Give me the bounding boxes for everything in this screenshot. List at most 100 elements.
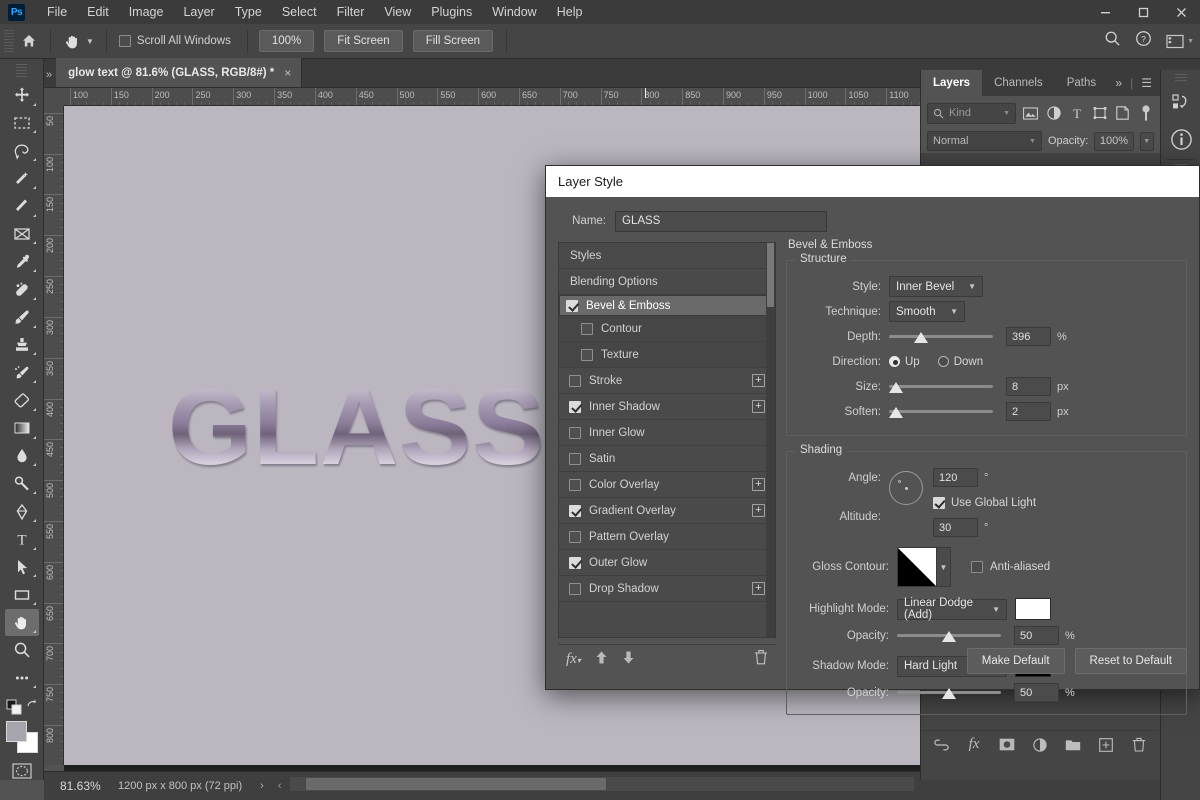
delete-layer-icon[interactable] xyxy=(1129,735,1149,755)
chevron-double-right-icon[interactable]: » xyxy=(1115,76,1122,90)
angle-dial[interactable] xyxy=(889,471,923,505)
menu-type[interactable]: Type xyxy=(225,2,272,22)
use-global-light-checkbox[interactable] xyxy=(933,496,945,509)
menu-image[interactable]: Image xyxy=(119,2,174,22)
new-group-icon[interactable] xyxy=(1063,735,1083,755)
minimize-icon[interactable] xyxy=(1086,0,1124,24)
layer-mask-icon[interactable] xyxy=(997,735,1017,755)
add-effect-icon[interactable]: + xyxy=(752,504,765,517)
highlight-color-swatch[interactable] xyxy=(1015,598,1051,620)
anti-aliased-checkbox[interactable] xyxy=(971,561,983,573)
size-value[interactable]: 8 xyxy=(1006,377,1051,396)
effects-list-scrollbar[interactable] xyxy=(766,243,775,637)
fx-icon[interactable]: fx▾ xyxy=(566,651,581,668)
close-icon[interactable] xyxy=(1162,0,1200,24)
scroll-all-windows-checkbox[interactable]: Scroll All Windows xyxy=(118,35,231,47)
fit-screen-button[interactable]: Fit Screen xyxy=(324,30,403,52)
tool-frame[interactable] xyxy=(5,221,39,248)
maximize-icon[interactable] xyxy=(1124,0,1162,24)
tool-clone-stamp[interactable] xyxy=(5,332,39,359)
add-effect-icon[interactable]: + xyxy=(752,400,765,413)
shape-filter-icon[interactable] xyxy=(1091,105,1108,122)
tool-quick-selection[interactable] xyxy=(5,165,39,192)
quick-mask-icon[interactable] xyxy=(11,762,33,780)
effect-row-satin[interactable]: Satin xyxy=(559,446,775,472)
soften-slider[interactable] xyxy=(889,404,993,420)
tool-spot-healing[interactable] xyxy=(5,276,39,303)
tool-crop[interactable] xyxy=(5,193,39,220)
effect-row-texture[interactable]: Texture xyxy=(559,342,775,368)
move-up-icon[interactable] xyxy=(595,650,608,670)
horizontal-ruler[interactable]: 100 150 200 250 300 350 400 450 500 550 600 650 700 7… xyxy=(64,88,920,106)
bevel-style-select[interactable]: Inner Bevel ▼ xyxy=(889,276,983,297)
slider-knob[interactable] xyxy=(889,381,903,393)
status-expand-icon[interactable]: › xyxy=(260,780,264,792)
tab-overflow-icon[interactable]: » xyxy=(44,69,56,87)
slider-knob[interactable] xyxy=(942,687,956,699)
effect-enable-checkbox[interactable] xyxy=(581,348,593,361)
slider-knob[interactable] xyxy=(889,406,904,418)
opacity-value[interactable]: 100% xyxy=(1094,131,1134,151)
depth-value[interactable]: 396 xyxy=(1006,327,1051,346)
highlight-mode-select[interactable]: Linear Dodge (Add) ▼ xyxy=(897,597,1007,621)
effect-row-pattern-overlay[interactable]: Pattern Overlay xyxy=(559,524,775,550)
adjustment-filter-icon[interactable] xyxy=(1045,105,1062,122)
effect-enable-checkbox[interactable] xyxy=(569,556,581,569)
toolbar-grip[interactable] xyxy=(16,64,27,78)
chevron-down-icon[interactable]: ▼ xyxy=(937,547,951,587)
highlight-opacity-value[interactable]: 50 xyxy=(1014,626,1059,645)
menu-window[interactable]: Window xyxy=(482,2,546,22)
tool-pen[interactable] xyxy=(5,498,39,525)
size-slider[interactable] xyxy=(889,379,993,395)
link-layers-icon[interactable] xyxy=(931,735,951,755)
effect-enable-checkbox[interactable] xyxy=(569,530,581,543)
info-icon[interactable] xyxy=(1161,121,1200,157)
active-tool-preset[interactable]: ▼ xyxy=(57,32,100,51)
add-effect-icon[interactable]: + xyxy=(752,478,765,491)
workspace-icon[interactable]: ▼ xyxy=(1166,34,1194,49)
tool-zoom[interactable] xyxy=(5,637,39,664)
document-tab[interactable]: glow text @ 81.6% (GLASS, RGB/8#) * × xyxy=(56,58,303,87)
effect-row-blending-options[interactable]: Blending Options xyxy=(559,269,775,295)
menu-file[interactable]: File xyxy=(37,2,77,22)
technique-select[interactable]: Smooth ▼ xyxy=(889,301,965,322)
layer-filter-kind[interactable]: Kind ▼ xyxy=(927,102,1016,124)
soften-value[interactable]: 2 xyxy=(1006,402,1051,421)
fill-screen-button[interactable]: Fill Screen xyxy=(412,30,494,52)
make-default-button[interactable]: Make Default xyxy=(966,648,1065,674)
effect-row-styles[interactable]: Styles xyxy=(559,243,775,269)
tool-eraser[interactable] xyxy=(5,387,39,414)
shadow-opacity-slider[interactable] xyxy=(897,685,1001,701)
fx-icon[interactable]: fx xyxy=(964,735,984,755)
color-swatches[interactable] xyxy=(5,720,39,754)
effect-enable-checkbox[interactable] xyxy=(569,478,581,491)
tool-type[interactable]: T xyxy=(5,526,39,553)
menu-edit[interactable]: Edit xyxy=(77,2,119,22)
effect-enable-checkbox[interactable] xyxy=(581,322,593,335)
tool-lasso[interactable] xyxy=(5,137,39,164)
panel-menu-icon[interactable]: ☰ xyxy=(1141,76,1152,90)
libraries-icon[interactable] xyxy=(1161,85,1200,121)
tool-marquee[interactable] xyxy=(5,110,39,137)
delete-effect-icon[interactable] xyxy=(754,649,768,670)
move-down-icon[interactable] xyxy=(622,650,635,670)
chevron-down-icon[interactable]: ▼ xyxy=(1003,110,1010,117)
blend-mode-select[interactable]: Normal ▼ xyxy=(927,131,1042,151)
effect-row-color-overlay[interactable]: Color Overlay + xyxy=(559,472,775,498)
filter-toggle-icon[interactable] xyxy=(1137,104,1154,122)
menu-filter[interactable]: Filter xyxy=(327,2,375,22)
effect-enable-checkbox[interactable] xyxy=(566,299,578,312)
tab-paths[interactable]: Paths xyxy=(1055,70,1108,96)
shadow-opacity-value[interactable]: 50 xyxy=(1014,683,1059,702)
effect-row-contour[interactable]: Contour xyxy=(559,316,775,342)
direction-up-radio[interactable] xyxy=(889,356,900,367)
tool-history-brush[interactable] xyxy=(5,359,39,386)
zoom-level[interactable]: 81.63% xyxy=(44,779,118,793)
tool-path-selection[interactable] xyxy=(5,554,39,581)
effect-enable-checkbox[interactable] xyxy=(569,504,581,517)
direction-down-radio[interactable] xyxy=(937,356,949,367)
effect-row-inner-shadow[interactable]: Inner Shadow + xyxy=(559,394,775,420)
status-collapse-icon[interactable]: ‹ xyxy=(278,780,282,792)
menu-view[interactable]: View xyxy=(374,2,421,22)
home-icon[interactable] xyxy=(14,33,44,49)
